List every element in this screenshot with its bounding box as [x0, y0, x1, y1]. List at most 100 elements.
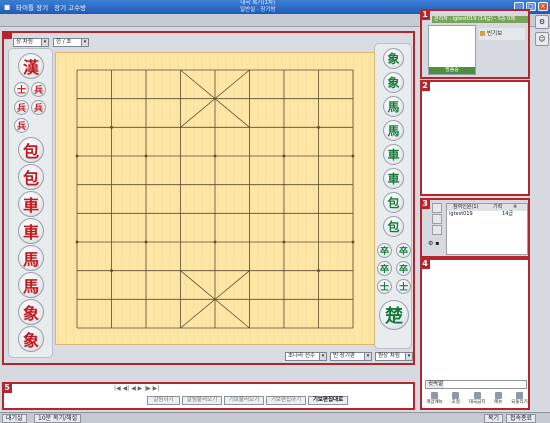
cho-small-piece[interactable]: 士: [396, 279, 411, 294]
record-action-button[interactable]: 갈림하기: [147, 396, 180, 405]
han-small-piece[interactable]: 士: [14, 82, 29, 97]
han-piece[interactable]: 車: [18, 218, 44, 244]
cho-small-piece[interactable]: 卒: [396, 261, 411, 276]
record-item[interactable]: 빈기보: [479, 28, 525, 40]
record-action-button[interactable]: 기보불러오기: [224, 396, 264, 405]
setup-select-value: 상 차림: [16, 39, 33, 45]
folder-icon: [480, 31, 485, 36]
cho-piece[interactable]: 馬: [383, 96, 404, 117]
menu-icon: [516, 392, 523, 399]
logout-label: 접속종료: [510, 415, 533, 422]
position-marker: [213, 240, 217, 244]
broadcast-view: 방송중: [428, 25, 476, 75]
cho-small-piece[interactable]: 士: [377, 279, 392, 294]
window-title-line1: 대국 복기(1차): [240, 0, 276, 6]
cho-piece[interactable]: 象: [383, 72, 404, 93]
position-marker: [213, 154, 217, 158]
whisper-label: 귓속말: [427, 381, 445, 388]
player-icon[interactable]: [432, 225, 442, 235]
board-mode-select[interactable]: 빈 장기판 ▾: [330, 352, 372, 361]
record-action-button[interactable]: 갈림불러오기: [182, 396, 222, 405]
cho-small-piece[interactable]: 卒: [377, 243, 392, 258]
row-rank: 14급: [502, 211, 513, 217]
cho-piece[interactable]: 車: [383, 168, 404, 189]
position-marker: [75, 154, 79, 158]
han-piece[interactable]: 象: [18, 299, 44, 325]
tab-lobby[interactable]: 대기실: [2, 414, 27, 423]
cho-small-piece[interactable]: 卒: [396, 243, 411, 258]
section-badge-2: 2: [420, 80, 430, 91]
position-marker: [351, 240, 355, 244]
han-piece[interactable]: 馬: [18, 245, 44, 271]
menu-icon: [494, 392, 502, 399]
chat-menu-button[interactable]: 되돌리기: [510, 391, 529, 408]
window-title-line2: 일반실 · 장기방: [240, 7, 276, 13]
chat-menu-button[interactable]: 대국금지: [468, 391, 487, 408]
han-piece[interactable]: 象: [18, 326, 44, 352]
player-icon[interactable]: [432, 203, 442, 213]
han-piece[interactable]: 包: [18, 137, 44, 163]
col-name: 참여인원(1): [453, 204, 479, 210]
taskbar: 대기실 10분 복기/해설 복기 접속종료: [0, 412, 550, 423]
chat-menu-label: 되돌리기: [511, 400, 528, 405]
chevron-down-icon: ▾: [41, 39, 48, 46]
player-icon[interactable]: [432, 214, 442, 224]
han-small-piece[interactable]: 兵: [14, 118, 29, 133]
position-marker: [351, 154, 355, 158]
chat-menu-button[interactable]: 게임메뉴: [425, 391, 444, 408]
cho-piece[interactable]: 包: [383, 192, 404, 213]
cho-piece[interactable]: 象: [383, 48, 404, 69]
position-marker: [144, 154, 148, 158]
cho-general-piece[interactable]: 楚: [379, 300, 409, 330]
han-small-piece[interactable]: 兵: [31, 100, 46, 115]
record-navigation[interactable]: |◀ ◀| ◀ ▶ |▶ ▶|: [114, 385, 159, 392]
chat-menu-label: 초청: [451, 400, 460, 405]
first-player-value: 초나라 선수: [288, 353, 316, 359]
han-piece[interactable]: 馬: [18, 272, 44, 298]
position-marker: [282, 240, 286, 244]
user-icon[interactable]: ☺: [535, 32, 549, 46]
arrangement-value: 원상 차림: [378, 353, 400, 359]
col-extra: ※: [513, 204, 518, 210]
janggi-board[interactable]: [55, 52, 375, 345]
cho-piece[interactable]: 馬: [383, 120, 404, 141]
record-button-row: 갈림하기 갈림불러오기 기보불러오기 기보편집하기 기보편집대로: [147, 396, 409, 406]
han-piece[interactable]: 包: [18, 164, 44, 190]
position-marker: [282, 154, 286, 158]
record-action-button[interactable]: 기보편집대로: [308, 396, 348, 405]
cho-piece-tray: 象象馬馬車車包包卒卒卒卒士士楚: [374, 43, 412, 349]
chat-menu-label: 메뉴: [494, 400, 503, 405]
table-row[interactable]: igtest019 14급: [447, 211, 527, 218]
side-select[interactable]: 한 / 초 ▾: [53, 38, 89, 47]
cho-small-piece[interactable]: 卒: [377, 261, 392, 276]
han-piece[interactable]: 車: [18, 191, 44, 217]
section-badge-3: 3: [420, 198, 430, 209]
han-piece-tray: 漢士兵兵兵兵包包車車馬馬象象: [8, 48, 53, 358]
review-button[interactable]: 복기: [484, 414, 504, 423]
logout-button[interactable]: 접속종료: [506, 414, 537, 423]
first-player-select[interactable]: 초나라 선수 ▾: [285, 352, 327, 361]
han-general-piece[interactable]: 漢: [18, 53, 44, 79]
setup-select[interactable]: 상 차림 ▾: [13, 38, 49, 47]
close-icon[interactable]: ×: [538, 2, 548, 11]
cho-piece[interactable]: 車: [383, 144, 404, 165]
chevron-down-icon: ▾: [81, 39, 88, 46]
settings-icon[interactable]: ⚙: [535, 15, 549, 29]
tab-review[interactable]: 10분 복기/해설: [34, 414, 82, 423]
participants-header: 참여인원(1) 기력 ※: [447, 204, 527, 211]
side-select-value: 한 / 초: [56, 39, 72, 45]
chevron-down-icon: ▾: [364, 353, 371, 360]
chat-menu-button[interactable]: 초청: [446, 391, 465, 408]
cho-piece[interactable]: 包: [383, 216, 404, 237]
review-label: 복기: [488, 415, 500, 422]
chevron-down-icon: ▾: [319, 353, 326, 360]
section-badge-4: 4: [420, 258, 430, 269]
arrangement-select[interactable]: 원상 차림 ▾: [375, 352, 413, 361]
section-badge-5: 5: [2, 382, 12, 393]
chat-menu-button[interactable]: 메뉴: [489, 391, 508, 408]
han-small-piece[interactable]: 兵: [14, 100, 29, 115]
chat-input[interactable]: 귓속말: [425, 380, 527, 389]
chevron-down-icon: ▾: [405, 353, 412, 360]
han-small-piece[interactable]: 兵: [31, 82, 46, 97]
record-action-button[interactable]: 기보편집하기: [266, 396, 306, 405]
